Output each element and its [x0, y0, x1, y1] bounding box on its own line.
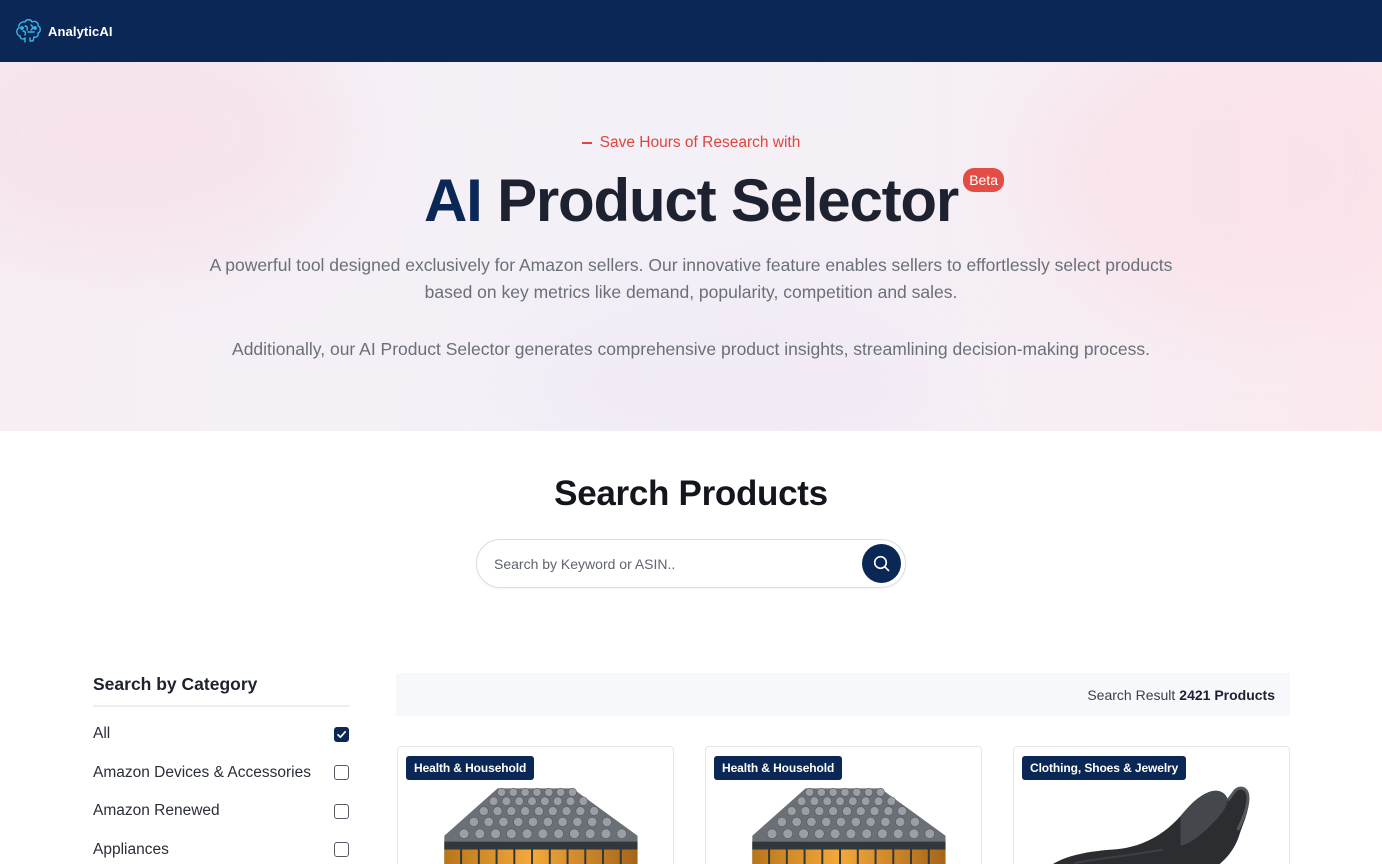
search-bar [476, 539, 906, 588]
hero-title: AI Product Selector Beta [0, 166, 1382, 236]
hero-title-wrap: AI Product Selector Beta [423, 166, 1004, 236]
category-item-all[interactable]: All [93, 715, 350, 754]
hero-description-secondary: Additionally, our AI Product Selector ge… [232, 339, 1150, 359]
category-label: Appliances [93, 840, 169, 858]
result-count: 2421 Products [1179, 686, 1275, 703]
hero-tagline: Save Hours of Research with [0, 134, 1382, 152]
category-item-amazon-devices[interactable]: Amazon Devices & Accessories [93, 754, 350, 793]
search-section-title: Search Products [554, 474, 828, 513]
product-category-tag: Health & Household [714, 756, 843, 780]
category-list: All Amazon Devices & Accessories Amazon … [93, 715, 350, 864]
hero-section: Save Hours of Research with AI Product S… [0, 62, 1382, 431]
product-category-tag: Health & Household [406, 756, 535, 780]
brain-logo-icon [16, 19, 41, 43]
product-category-tag: Clothing, Shoes & Jewelry [1022, 756, 1187, 780]
brand-name: AnalyticAI [48, 23, 113, 39]
hero-title-accent: AI [423, 167, 483, 234]
hero-description: A powerful tool designed exclusively for… [0, 252, 1382, 363]
tagline-text: Save Hours of Research with [599, 134, 801, 151]
product-card[interactable]: Health & Household [397, 746, 674, 864]
category-item-amazon-renewed[interactable]: Amazon Renewed [93, 792, 350, 831]
beta-badge: Beta [963, 168, 1004, 192]
hero-description-primary: A powerful tool designed exclusively for… [209, 255, 1173, 302]
product-card[interactable]: Clothing, Shoes & Jewelry [1013, 746, 1290, 864]
category-label: All [93, 725, 111, 743]
result-label: Search Result [1087, 686, 1176, 703]
sidebar-title: Search by Category [93, 674, 350, 707]
search-icon [873, 555, 890, 572]
category-checkbox[interactable] [334, 765, 349, 781]
product-card[interactable]: Health & Household [705, 746, 982, 864]
check-icon [337, 730, 347, 738]
search-button[interactable] [862, 544, 901, 583]
category-item-appliances[interactable]: Appliances [93, 831, 350, 864]
top-navbar: AnalyticAI [0, 0, 1382, 62]
search-input[interactable] [477, 540, 862, 587]
hero-title-rest: Product Selector [497, 167, 959, 234]
category-checkbox[interactable] [334, 726, 349, 742]
category-label: Amazon Renewed [93, 802, 220, 820]
tagline-dash [581, 142, 592, 144]
category-label: Amazon Devices & Accessories [93, 763, 311, 781]
category-checkbox[interactable] [334, 803, 349, 819]
category-sidebar: Search by Category All Amazon Devices & … [93, 674, 350, 864]
category-checkbox[interactable] [334, 842, 349, 858]
search-result-bar: Search Result 2421 Products [396, 673, 1290, 716]
brand-link[interactable]: AnalyticAI [14, 16, 113, 46]
